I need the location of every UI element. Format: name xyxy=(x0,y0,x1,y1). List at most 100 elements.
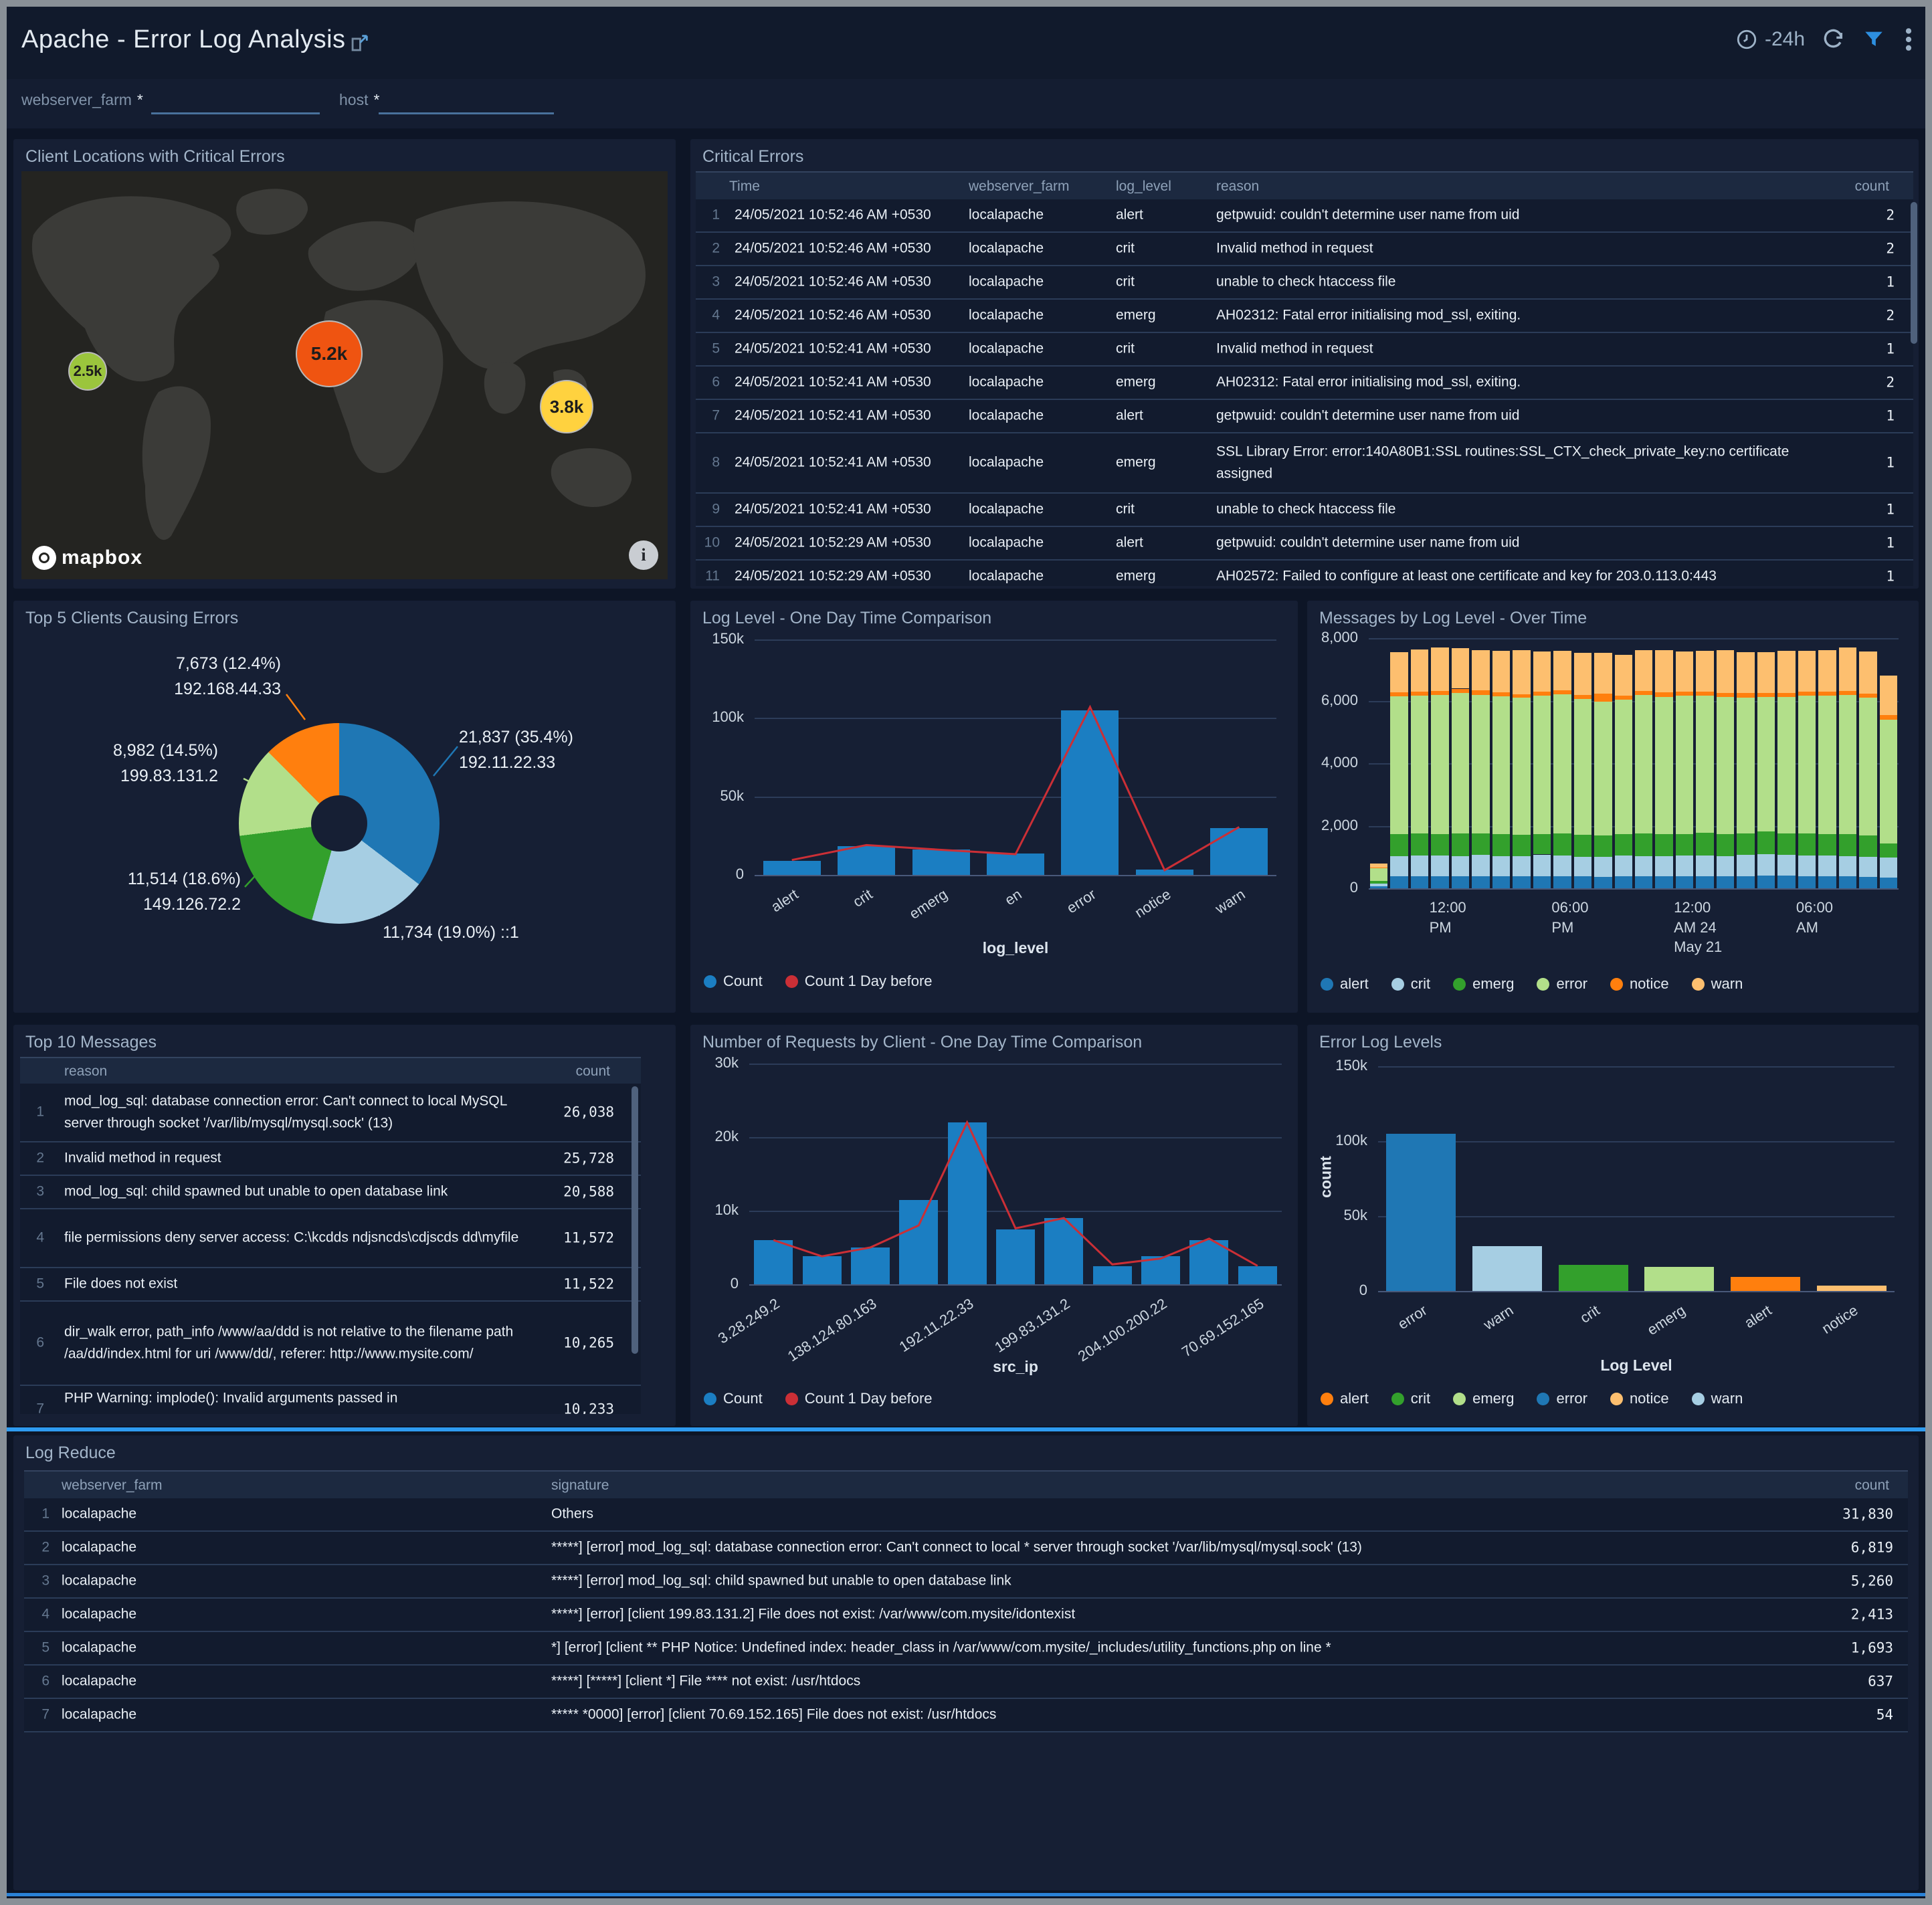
table-row[interactable]: 824/05/2021 10:52:41 AM +0530localapache… xyxy=(696,433,1913,494)
legend-item-warn[interactable]: warn xyxy=(1692,1390,1743,1407)
stacked-bar[interactable] xyxy=(1859,638,1876,888)
stacked-bar[interactable] xyxy=(1390,638,1408,888)
bar-emerg[interactable] xyxy=(1644,1267,1714,1291)
table-row[interactable]: 3localapache*****] [error] mod_log_sql: … xyxy=(24,1565,1908,1599)
bar-warn[interactable] xyxy=(1472,1246,1542,1291)
stacked-bar[interactable] xyxy=(1696,638,1713,888)
legend-item-emerg[interactable]: emerg xyxy=(1453,975,1514,993)
table-row[interactable]: 624/05/2021 10:52:41 AM +0530localapache… xyxy=(696,367,1913,400)
table-row[interactable]: 1024/05/2021 10:52:29 AM +0530localapach… xyxy=(696,527,1913,561)
bar-crit[interactable] xyxy=(1559,1265,1628,1291)
stacked-bar[interactable] xyxy=(1513,638,1530,888)
legend-item-emerg[interactable]: emerg xyxy=(1453,1390,1514,1407)
legend-item-Count[interactable]: Count xyxy=(704,973,763,990)
webserver-farm-input[interactable] xyxy=(151,94,320,114)
stacked-bar[interactable] xyxy=(1880,638,1897,888)
legend-item-alert[interactable]: alert xyxy=(1321,975,1369,993)
host-input[interactable] xyxy=(379,94,554,114)
col-time[interactable]: Time xyxy=(729,179,760,195)
stacked-bar[interactable] xyxy=(1717,638,1734,888)
table-row[interactable]: 3mod_log_sql: child spawned but unable t… xyxy=(20,1176,641,1209)
table-row[interactable]: 5File does not exist11,522 xyxy=(20,1268,641,1302)
col-webserver-farm[interactable]: webserver_farm xyxy=(62,1478,163,1494)
stacked-bar[interactable] xyxy=(1452,638,1469,888)
stacked-bar[interactable] xyxy=(1370,638,1387,888)
col-count[interactable]: count xyxy=(1855,179,1889,195)
legend-item-Count 1 Day before[interactable]: Count 1 Day before xyxy=(785,1390,933,1407)
stacked-bar[interactable] xyxy=(1553,638,1571,888)
stacked-bar[interactable] xyxy=(1411,638,1428,888)
stacked-bar[interactable] xyxy=(1472,638,1489,888)
table-row[interactable]: 1124/05/2021 10:52:29 AM +0530localapach… xyxy=(696,561,1913,586)
world-map[interactable]: 2.5k 5.2k 3.8k mapbox i xyxy=(21,171,668,579)
legend-item-Count[interactable]: Count xyxy=(704,1390,763,1407)
stacked-bar[interactable] xyxy=(1737,638,1754,888)
table-row[interactable]: 224/05/2021 10:52:46 AM +0530localapache… xyxy=(696,233,1913,266)
legend-item-Count 1 Day before[interactable]: Count 1 Day before xyxy=(785,973,933,990)
stacked-bar[interactable] xyxy=(1777,638,1795,888)
refresh-icon[interactable] xyxy=(1822,28,1845,51)
legend-item-error[interactable]: error xyxy=(1537,1390,1587,1407)
table-row[interactable]: 6dir_walk error, path_info /www/aa/ddd i… xyxy=(20,1302,641,1386)
kebab-menu-icon[interactable] xyxy=(1903,27,1915,52)
stacked-bar[interactable] xyxy=(1533,638,1551,888)
stacked-bar[interactable] xyxy=(1492,638,1510,888)
col-count[interactable]: count xyxy=(1855,1478,1889,1494)
stacked-bar[interactable] xyxy=(1676,638,1693,888)
map-bubble-3-8k[interactable]: 3.8k xyxy=(540,380,593,433)
map-bubble-5-2k[interactable]: 5.2k xyxy=(296,320,363,387)
stacked-bar[interactable] xyxy=(1757,638,1775,888)
stacked-bar[interactable] xyxy=(1818,638,1836,888)
scrollbar-thumb[interactable] xyxy=(632,1086,638,1354)
table-row[interactable]: 524/05/2021 10:52:41 AM +0530localapache… xyxy=(696,333,1913,367)
panel-divider-accent[interactable] xyxy=(7,1427,1925,1431)
table-row[interactable]: 4localapache*****] [error] [client 199.8… xyxy=(24,1599,1908,1632)
col-log-level[interactable]: log_level xyxy=(1116,179,1171,195)
scrollbar-thumb[interactable] xyxy=(1911,202,1917,344)
stacked-bar[interactable] xyxy=(1635,638,1652,888)
stacked-bar[interactable] xyxy=(1431,638,1448,888)
table-row[interactable]: 124/05/2021 10:52:46 AM +0530localapache… xyxy=(696,199,1913,233)
table-row[interactable]: 6localapache*****] [*****] [client *] Fi… xyxy=(24,1666,1908,1699)
col-reason[interactable]: reason xyxy=(1216,179,1259,195)
legend-item-notice[interactable]: notice xyxy=(1610,975,1669,993)
table-row[interactable]: 7localapache***** *0000] [error] [client… xyxy=(24,1699,1908,1732)
col-signature[interactable]: signature xyxy=(551,1478,609,1494)
legend-item-crit[interactable]: crit xyxy=(1391,975,1430,993)
bar-notice[interactable] xyxy=(1817,1286,1887,1291)
legend-item-error[interactable]: error xyxy=(1537,975,1587,993)
share-icon[interactable] xyxy=(348,32,371,55)
table-row[interactable]: 7PHP Warning: implode(): Invalid argumen… xyxy=(20,1386,641,1414)
legend-item-notice[interactable]: notice xyxy=(1610,1390,1669,1407)
table-row[interactable]: 2Invalid method in request25,728 xyxy=(20,1142,641,1176)
col-reason[interactable]: reason xyxy=(64,1064,107,1080)
table-row[interactable]: 924/05/2021 10:52:41 AM +0530localapache… xyxy=(696,494,1913,527)
segment-emerg xyxy=(1553,833,1571,856)
col-count[interactable]: count xyxy=(576,1064,610,1080)
table-row[interactable]: 724/05/2021 10:52:41 AM +0530localapache… xyxy=(696,400,1913,433)
stacked-bar[interactable] xyxy=(1839,638,1856,888)
table-row[interactable]: 1localapacheOthers31,830 xyxy=(24,1498,1908,1532)
mapbox-logo[interactable]: mapbox xyxy=(32,546,142,570)
stacked-bar[interactable] xyxy=(1594,638,1612,888)
bar-error[interactable] xyxy=(1386,1134,1456,1291)
stacked-bar[interactable] xyxy=(1655,638,1672,888)
stacked-bar[interactable] xyxy=(1798,638,1816,888)
col-webserver-farm[interactable]: webserver_farm xyxy=(969,179,1070,195)
legend-item-crit[interactable]: crit xyxy=(1391,1390,1430,1407)
table-row[interactable]: 1mod_log_sql: database connection error:… xyxy=(20,1084,641,1142)
table-row[interactable]: 324/05/2021 10:52:46 AM +0530localapache… xyxy=(696,266,1913,300)
table-row[interactable]: 2localapache*****] [error] mod_log_sql: … xyxy=(24,1532,1908,1565)
table-row[interactable]: 5localapache*] [error] [client ** PHP No… xyxy=(24,1632,1908,1666)
table-row[interactable]: 4file permissions deny server access: C:… xyxy=(20,1209,641,1268)
stacked-bar[interactable] xyxy=(1574,638,1591,888)
filter-icon[interactable] xyxy=(1862,28,1885,51)
stacked-bar[interactable] xyxy=(1615,638,1632,888)
table-row[interactable]: 424/05/2021 10:52:46 AM +0530localapache… xyxy=(696,300,1913,333)
time-range-button[interactable]: -24h xyxy=(1735,28,1805,51)
map-info-button[interactable]: i xyxy=(629,540,658,570)
bar-alert[interactable] xyxy=(1731,1277,1800,1291)
map-bubble-2-5k[interactable]: 2.5k xyxy=(68,352,107,391)
legend-item-alert[interactable]: alert xyxy=(1321,1390,1369,1407)
legend-item-warn[interactable]: warn xyxy=(1692,975,1743,993)
